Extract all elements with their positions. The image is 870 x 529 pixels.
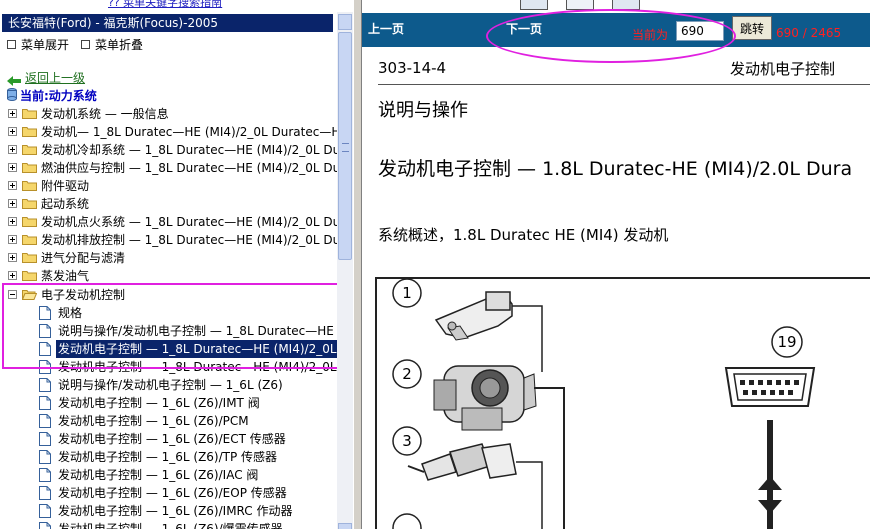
wire <box>512 305 543 372</box>
callout-19: 19 <box>771 326 803 358</box>
doc-title: 发动机电子控制 <box>730 60 836 78</box>
tree-folder-label: 燃油供应与控制 — 1_8L Duratec—HE (MI4)/2_0L Du <box>41 161 341 175</box>
document-icon <box>39 486 51 500</box>
throttle-body-drawing <box>433 365 537 431</box>
callout-1-label: 1 <box>402 284 412 302</box>
tree-folder-label: 发动机系统 — 一般信息 <box>41 107 169 121</box>
expand-plus-icon[interactable] <box>8 145 17 154</box>
expand-plus-icon[interactable] <box>8 163 17 172</box>
prev-page-link[interactable]: 上一页 <box>368 20 404 37</box>
square-icon <box>81 40 90 49</box>
sensor-1-drawing <box>434 291 513 341</box>
folder-icon <box>22 252 37 263</box>
tree-doc-label: 发动机电子控制 — 1_6L (Z6)/爆震传感器 <box>58 522 283 529</box>
back-link[interactable]: 返回上一级 <box>25 71 85 85</box>
folder-icon <box>22 162 37 173</box>
tree-doc-label: 发动机电子控制 — 1_6L (Z6)/EOP 传感器 <box>58 486 287 500</box>
tree-doc-label: 发动机电子控制 — 1_6L (Z6)/IMT 阀 <box>58 396 260 410</box>
expand-plus-icon[interactable] <box>8 271 17 280</box>
collapse-menu-label: 菜单折叠 <box>95 38 144 52</box>
document-icon <box>39 450 51 464</box>
tree-doc-label: 发动机电子控制 — 1_6L (Z6)/TP 传感器 <box>58 450 278 464</box>
expand-menu-button[interactable]: 菜单展开 <box>7 37 69 53</box>
expand-plus-icon[interactable] <box>8 253 17 262</box>
callout-2-label: 2 <box>402 365 412 383</box>
go-button[interactable]: 跳转 <box>732 16 772 40</box>
toolbar-window-icon[interactable] <box>520 0 548 10</box>
document-icon <box>39 468 51 482</box>
tree-folder-label: 发动机— 1_8L Duratec—HE (MI4)/2_0L Duratec—… <box>41 125 348 139</box>
search-guide-link[interactable]: ?? 菜单关键字搜索指南 <box>108 0 222 10</box>
system-overview: 系统概述，1.8L Duratec HE (MI4) 发动机 <box>378 226 669 244</box>
top-strip: ?? 菜单关键字搜索指南 <box>0 0 353 12</box>
tree-doc-label: 发动机电子控制 — 1_6L (Z6)/PCM <box>58 414 249 428</box>
highlight-box <box>2 283 348 369</box>
expand-plus-icon[interactable] <box>8 127 17 136</box>
doc-number: 303-14-4 <box>378 59 447 77</box>
document-icon <box>39 432 51 446</box>
wire <box>516 461 543 529</box>
callout-1: 1 <box>392 278 422 308</box>
system-diagram: 1 2 3 19 <box>375 277 870 529</box>
back-arrow-icon[interactable] <box>7 74 21 86</box>
folder-icon <box>22 198 37 209</box>
tree-folder-label: 附件驱动 <box>41 179 90 193</box>
current-location: 当前:动力系统 <box>7 88 97 104</box>
doc-heading: 发动机电子控制 — 1.8L Duratec-HE (MI4)/2.0L Dur… <box>378 158 853 180</box>
folder-icon <box>22 270 37 281</box>
collapse-menu-button[interactable]: 菜单折叠 <box>81 37 143 53</box>
tree-doc-label: 发动机电子控制 — 1_6L (Z6)/IAC 阀 <box>58 468 259 482</box>
document-icon <box>39 522 51 529</box>
document-icon <box>39 414 51 428</box>
document-icon <box>39 378 51 392</box>
tree-folder-label: 发动机排放控制 — 1_8L Duratec—HE (MI4)/2_0L Du <box>41 233 341 247</box>
callout-2: 2 <box>392 359 422 389</box>
callout-3: 3 <box>392 426 422 456</box>
folder-icon <box>22 126 37 137</box>
document-icon <box>39 504 51 518</box>
tree-doc-label: 发动机电子控制 — 1_6L (Z6)/ECT 传感器 <box>58 432 286 446</box>
back-row: 返回上一级 <box>7 70 85 86</box>
expand-plus-icon[interactable] <box>8 217 17 226</box>
folder-icon <box>22 180 37 191</box>
tree-doc-label: 说明与操作/发动机电子控制 — 1_6L (Z6) <box>58 378 283 392</box>
left-pane: ?? 菜单关键字搜索指南 长安福特(Ford) - 福克斯(Focus)-200… <box>0 0 353 529</box>
model-title-bar: 长安福特(Ford) - 福克斯(Focus)-2005 <box>2 14 333 32</box>
divider-line <box>378 84 870 85</box>
expand-menu-label: 菜单展开 <box>21 38 70 52</box>
grip-icon <box>342 143 349 152</box>
wire <box>534 387 565 529</box>
highlight-ellipse <box>486 9 736 63</box>
folder-icon <box>22 216 37 227</box>
current-location-label: 当前:动力系统 <box>20 89 97 103</box>
expand-plus-icon[interactable] <box>8 235 17 244</box>
frame-divider[interactable] <box>353 0 362 529</box>
tree-doc-label: 发动机电子控制 — 1_6L (Z6)/IMRC 作动器 <box>58 504 293 518</box>
scroll-down-icon[interactable] <box>338 523 352 529</box>
callout-partial <box>392 513 422 529</box>
expand-plus-icon[interactable] <box>8 109 17 118</box>
tree-folder-label: 发动机点火系统 — 1_8L Duratec—HE (MI4)/2_0L Du <box>41 215 341 229</box>
callout-19-label: 19 <box>777 333 796 351</box>
section-title: 说明与操作 <box>378 100 468 121</box>
diagnostic-connector-drawing <box>724 367 816 529</box>
folder-icon <box>22 108 37 119</box>
scroll-thumb[interactable] <box>338 32 352 260</box>
tree-folder-label: 发动机冷却系统 — 1_8L Duratec—HE (MI4)/2_0L Du <box>41 143 341 157</box>
page-count: 690 / 2465 <box>776 26 842 40</box>
right-pane: 上一页 下一页 当前为 跳转 690 / 2465 303-14-4 发动机电子… <box>362 0 870 529</box>
temp-sensor-drawing <box>407 443 517 481</box>
folder-icon <box>22 234 37 245</box>
callout-3-label: 3 <box>402 432 412 450</box>
tree-folder-label: 进气分配与滤清 <box>41 251 126 265</box>
scroll-up-icon[interactable] <box>338 14 352 30</box>
expand-plus-icon[interactable] <box>8 199 17 208</box>
folder-icon <box>22 144 37 155</box>
database-icon <box>7 88 17 105</box>
document-icon <box>39 396 51 410</box>
tree-folder-label: 起动系统 <box>41 197 90 211</box>
vertical-scrollbar[interactable] <box>337 12 353 529</box>
square-icon <box>7 40 16 49</box>
expand-plus-icon[interactable] <box>8 181 17 190</box>
